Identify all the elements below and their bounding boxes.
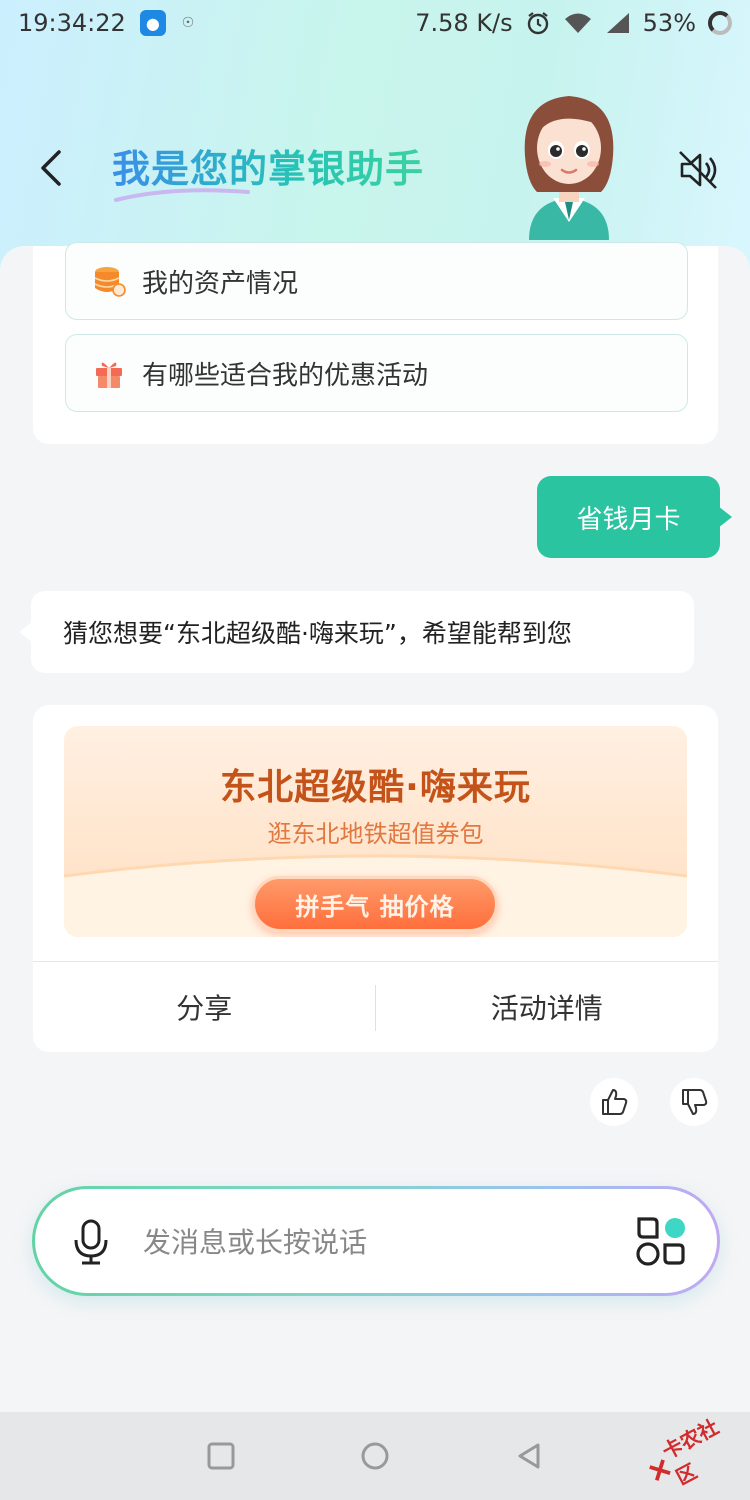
more-functions-button[interactable] bbox=[633, 1213, 689, 1269]
header: 我是您的掌银助手 bbox=[0, 96, 750, 240]
signal-icon bbox=[606, 13, 629, 33]
thumbs-down-button[interactable] bbox=[670, 1078, 718, 1126]
thumbs-down-icon bbox=[682, 1089, 708, 1115]
title-swoosh-decoration bbox=[114, 188, 250, 202]
circle-icon bbox=[361, 1442, 389, 1470]
water-drop-icon: ● bbox=[139, 10, 166, 36]
square-icon bbox=[207, 1442, 235, 1470]
system-nav-bar bbox=[0, 1412, 750, 1500]
question-label: 我的资产情况 bbox=[142, 268, 299, 299]
triangle-back-icon bbox=[518, 1443, 540, 1469]
home-button[interactable] bbox=[358, 1439, 392, 1473]
network-speed: 7.58 K/s bbox=[415, 9, 513, 37]
question-offers[interactable]: 有哪些适合我的优惠活动 bbox=[65, 334, 688, 412]
speaker-muted-icon bbox=[679, 151, 717, 189]
promo-subtitle: 逛东北地铁超值券包 bbox=[267, 820, 484, 848]
message-input-inner: 发消息或长按说话 bbox=[35, 1189, 717, 1293]
question-label: 有哪些适合我的优惠活动 bbox=[142, 360, 429, 391]
apps-grid-icon bbox=[636, 1217, 685, 1266]
status-right-group: 7.58 K/s 53% bbox=[415, 9, 732, 37]
question-my-assets[interactable]: 我的资产情况 bbox=[65, 242, 688, 320]
recents-button[interactable] bbox=[204, 1439, 238, 1473]
assistant-avatar[interactable] bbox=[515, 90, 623, 240]
status-bar: 19:34:22 ● ☉ 7.58 K/s 53% bbox=[0, 0, 750, 46]
user-message-text: 省钱月卡 bbox=[576, 504, 681, 535]
activity-details-button[interactable]: 活动详情 bbox=[376, 962, 719, 1052]
share-button[interactable]: 分享 bbox=[33, 962, 376, 1052]
actions-separator bbox=[375, 985, 376, 1031]
battery-icon bbox=[708, 11, 732, 35]
microphone-icon bbox=[74, 1219, 108, 1265]
promo-card: 东北超级酷·嗨来玩 逛东北地铁超值券包 拼手气 抽价格 分享 活动详情 bbox=[33, 705, 718, 1052]
battery-percent: 53% bbox=[642, 9, 696, 37]
mute-button[interactable] bbox=[676, 148, 720, 192]
status-time: 19:34:22 bbox=[18, 9, 126, 37]
wifi-icon bbox=[564, 13, 591, 33]
bot-message-text: 猜您想要“东北超级酷·嗨来玩”，希望能帮到您 bbox=[63, 619, 572, 648]
back-button[interactable] bbox=[30, 144, 70, 192]
message-input-bar: 发消息或长按说话 bbox=[32, 1186, 720, 1296]
promo-title: 东北超级酷·嗨来玩 bbox=[220, 767, 531, 808]
alarm-icon bbox=[527, 12, 548, 35]
user-message-bubble: 省钱月卡 bbox=[537, 476, 732, 558]
lucky-draw-button[interactable]: 拼手气 抽价格 bbox=[252, 876, 498, 932]
database-coin-icon bbox=[94, 267, 126, 297]
thumbs-up-button[interactable] bbox=[590, 1078, 638, 1126]
promo-banner[interactable]: 东北超级酷·嗨来玩 逛东北地铁超值券包 拼手气 抽价格 bbox=[64, 726, 687, 937]
message-input[interactable]: 发消息或长按说话 bbox=[143, 1221, 367, 1261]
thumbs-up-icon bbox=[602, 1089, 628, 1115]
bot-message-bubble: 猜您想要“东北超级酷·嗨来玩”，希望能帮到您 bbox=[19, 591, 694, 673]
back-nav-button[interactable] bbox=[512, 1439, 546, 1473]
suggested-questions-card: 我的资产情况 有哪些适合我的优惠活动 bbox=[33, 242, 718, 444]
gift-icon bbox=[96, 362, 122, 388]
notification-icon: ☉ bbox=[181, 15, 195, 31]
voice-button[interactable] bbox=[71, 1219, 111, 1265]
chevron-left-icon bbox=[41, 150, 61, 186]
